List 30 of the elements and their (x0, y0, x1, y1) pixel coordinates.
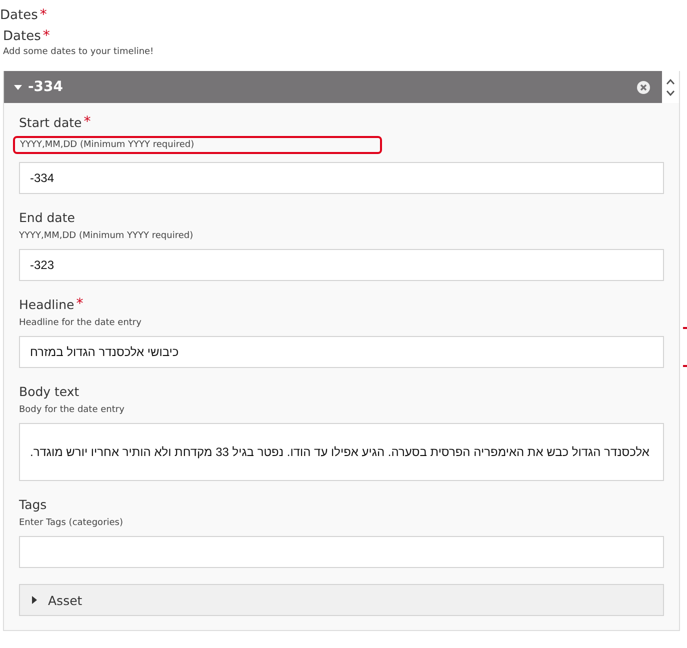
caret-icon (14, 83, 22, 91)
field-hint: Enter Tags (categories) (19, 518, 124, 528)
entry-header[interactable]: -334 (4, 71, 679, 103)
field-label: Body text (19, 384, 80, 399)
input-field[interactable]: -334 (19, 162, 664, 194)
remove-icon[interactable] (637, 80, 650, 94)
input-field[interactable] (19, 536, 664, 568)
field-hint: YYYY,MM,DD (Minimum YYYY required) (13, 136, 382, 154)
field-label: Start date (19, 115, 82, 130)
field-label: Headline (19, 297, 74, 312)
entry-title: -334 (28, 79, 64, 95)
field-hint: Body for the date entry (19, 405, 126, 415)
field-label: End date (19, 210, 75, 225)
input-field[interactable]: -323 (19, 249, 664, 281)
field-label: Tags (19, 497, 47, 512)
required-mark: * (42, 29, 50, 43)
section-title: Dates (0, 8, 38, 23)
move-up-icon[interactable] (666, 78, 675, 84)
required-mark: * (84, 115, 91, 129)
required-mark: * (76, 297, 84, 311)
required-mark: * (40, 8, 47, 22)
field-hint: YYYY,MM,DD (Minimum YYYY required) (19, 231, 194, 241)
move-down-icon[interactable] (666, 90, 675, 96)
field-hint: Headline for the date entry (19, 318, 142, 328)
asset-section[interactable]: Asset (19, 584, 664, 616)
text-area[interactable]: אלכסנדר הגדול כבש את האימפריה הפרסית בסערה. הגיע אפילו עד הודו. נפטר בגיל 33 מקדחת ולא הותיר אחריו יורש מוגדר. (19, 423, 664, 481)
group-description: Add some dates to your timeline! (3, 47, 155, 57)
caret-icon (30, 596, 38, 604)
group-title: Dates (3, 29, 41, 44)
edge-mark (683, 365, 687, 367)
